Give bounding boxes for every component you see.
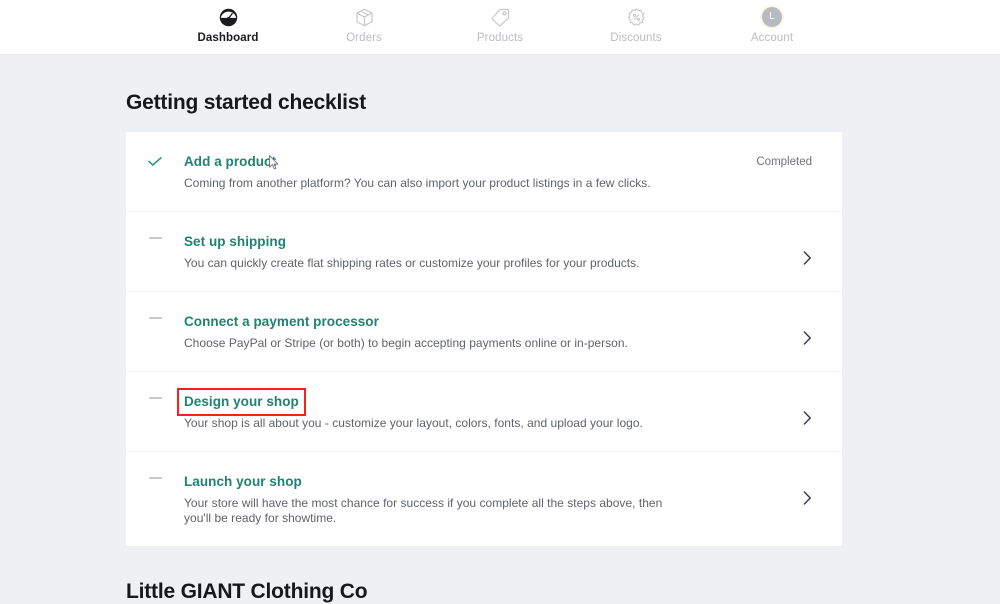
dash-icon — [148, 477, 162, 479]
page-content: Getting started checklist Add a product … — [0, 55, 1000, 604]
row-marker — [126, 153, 184, 166]
checklist-link-connect-a-payment-processor[interactable]: Connect a payment processor — [184, 314, 379, 330]
top-navigation-bar: Dashboard Orders Products Discounts L Ac… — [0, 0, 1000, 55]
checklist-desc: Your store will have the most chance for… — [184, 496, 663, 525]
avatar-initial: L — [762, 7, 782, 27]
row-tail — [692, 313, 842, 345]
nav-item-discounts[interactable]: Discounts — [590, 4, 682, 45]
row-body: Add a product Coming from another platfo… — [184, 153, 692, 191]
nav-label-discounts: Discounts — [610, 32, 662, 44]
dash-icon — [148, 397, 162, 399]
checklist-desc: Choose PayPal or Stripe (or both) to beg… — [184, 336, 628, 350]
nav-item-products[interactable]: Products — [454, 4, 546, 45]
chevron-right-icon[interactable] — [803, 491, 812, 505]
row-tail — [692, 393, 842, 425]
checklist-row-set-up-shipping[interactable]: Set up shipping You can quickly create f… — [126, 212, 842, 292]
page-title: Getting started checklist — [126, 91, 367, 114]
getting-started-checklist-card: Add a product Coming from another platfo… — [126, 132, 842, 546]
chevron-right-icon[interactable] — [803, 411, 812, 425]
nav-label-dashboard: Dashboard — [197, 32, 259, 44]
row-body: Set up shipping You can quickly create f… — [184, 233, 692, 271]
checklist-link-launch-your-shop[interactable]: Launch your shop — [184, 474, 302, 490]
nav-item-dashboard[interactable]: Dashboard — [182, 4, 274, 45]
checklist-row-add-a-product[interactable]: Add a product Coming from another platfo… — [126, 132, 842, 212]
package-box-icon — [354, 4, 375, 30]
row-body: Launch your shop Your store will have th… — [184, 473, 692, 526]
row-tail — [692, 233, 842, 265]
shop-name-heading: Little GIANT Clothing Co — [126, 580, 368, 603]
nav-label-account: Account — [750, 32, 794, 44]
status-badge-completed: Completed — [756, 156, 812, 168]
checklist-desc: Your shop is all about you - customize y… — [184, 416, 643, 430]
dash-icon — [148, 317, 162, 319]
checklist-desc: Coming from another platform? You can al… — [184, 176, 651, 190]
nav-label-orders: Orders — [346, 32, 382, 44]
checklist-row-connect-a-payment-processor[interactable]: Connect a payment processor Choose PayPa… — [126, 292, 842, 372]
chevron-right-icon[interactable] — [803, 331, 812, 345]
checklist-row-design-your-shop[interactable]: Design your shop Your shop is all about … — [126, 372, 842, 452]
nav-item-orders[interactable]: Orders — [318, 4, 410, 45]
checklist-row-launch-your-shop[interactable]: Launch your shop Your store will have th… — [126, 452, 842, 546]
row-marker — [126, 473, 184, 479]
row-marker — [126, 233, 184, 239]
checklist-link-set-up-shipping[interactable]: Set up shipping — [184, 234, 286, 250]
avatar-icon: L — [760, 4, 784, 30]
row-marker — [126, 393, 184, 399]
row-body: Connect a payment processor Choose PayPa… — [184, 313, 692, 351]
price-tag-icon — [490, 4, 511, 30]
avatar-ring: L — [760, 5, 784, 29]
row-tail: Completed — [692, 153, 842, 169]
nav-item-account[interactable]: L Account — [726, 4, 818, 45]
check-icon — [148, 157, 162, 166]
chevron-right-icon[interactable] — [803, 251, 812, 265]
nav-label-products: Products — [476, 32, 524, 44]
row-tail — [692, 473, 842, 505]
row-marker — [126, 313, 184, 319]
percent-badge-icon — [626, 4, 647, 30]
checklist-link-add-a-product[interactable]: Add a product — [184, 154, 276, 170]
row-body: Design your shop Your shop is all about … — [177, 388, 692, 431]
dash-icon — [148, 237, 162, 239]
checklist-link-design-your-shop[interactable]: Design your shop — [177, 388, 306, 416]
dashboard-gauge-icon — [218, 4, 239, 30]
checklist-desc: You can quickly create flat shipping rat… — [184, 256, 640, 270]
